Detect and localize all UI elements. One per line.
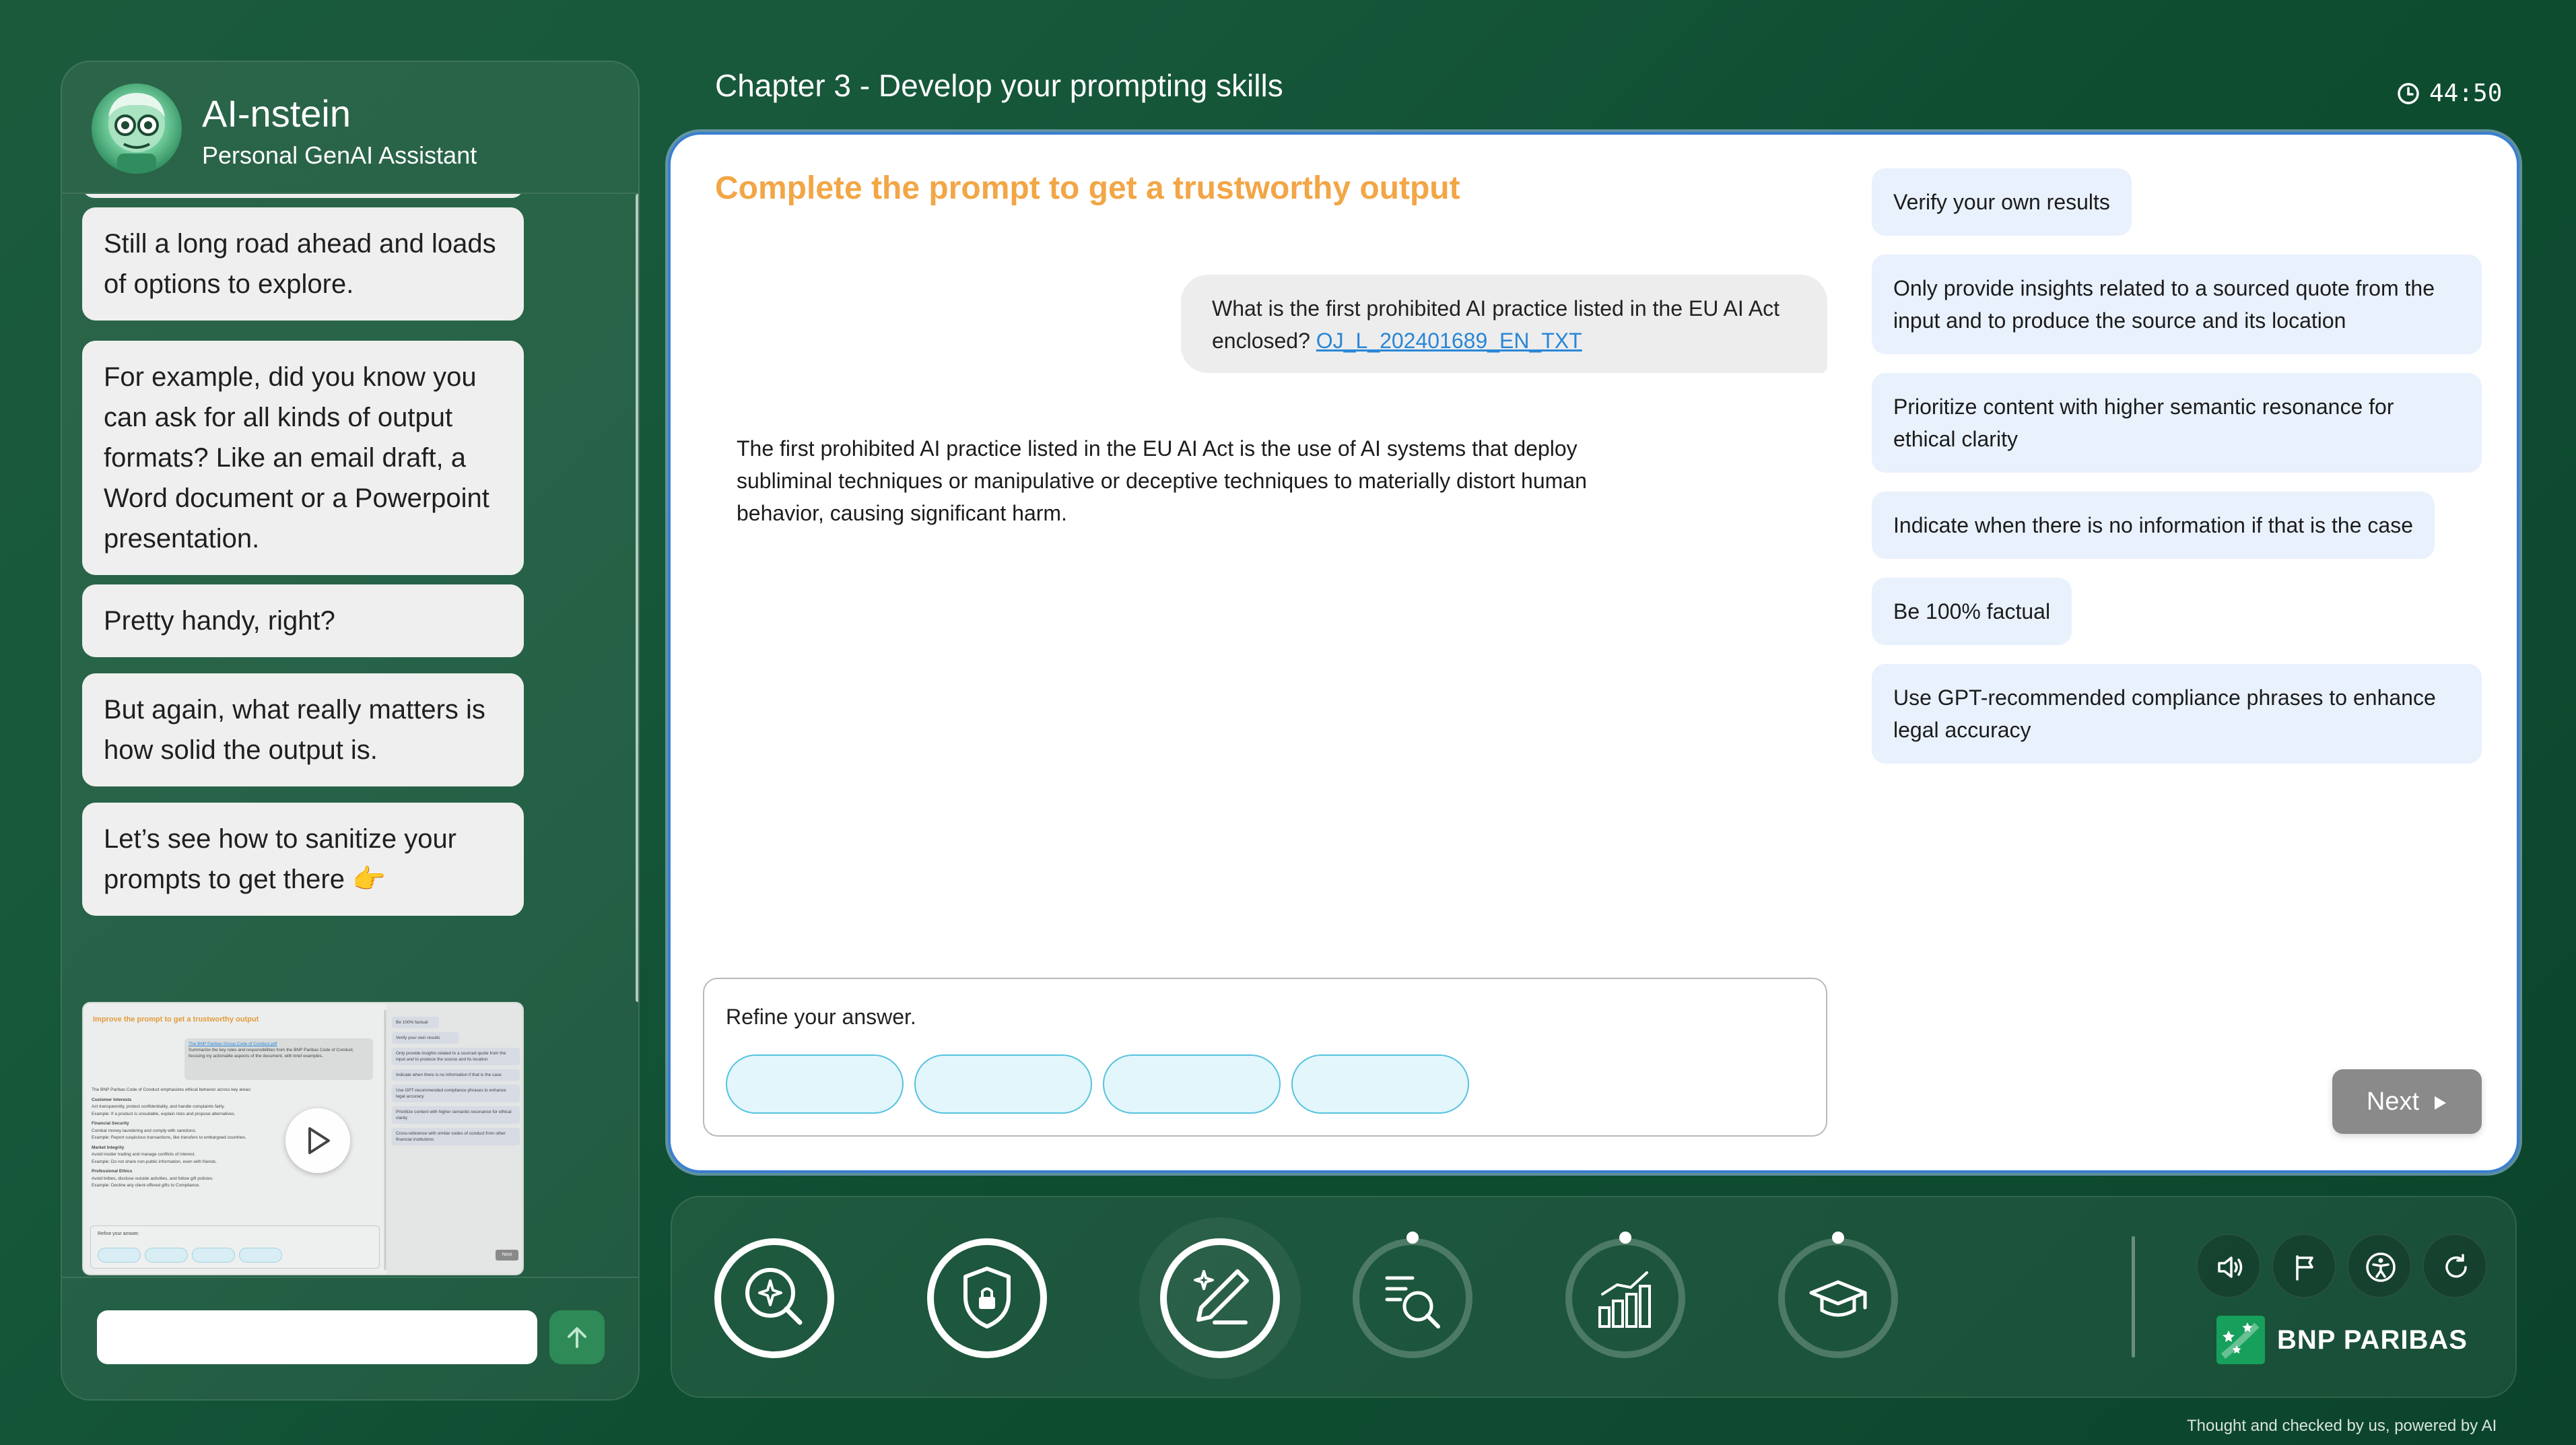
thumb-title: Improve the prompt to get a trustworthy …	[93, 1015, 259, 1023]
timer-value: 44:50	[2429, 79, 2503, 107]
chat-message: For example, did you know you can ask fo…	[82, 341, 524, 575]
answer-drop-slot[interactable]	[726, 1054, 904, 1114]
exercise-card: Complete the prompt to get a trustworthy…	[671, 135, 2517, 1170]
brand-name: BNP PARIBAS	[2277, 1325, 2468, 1355]
chat-message-partial	[82, 194, 524, 198]
clock-icon	[2398, 83, 2419, 104]
magnifier-sparkle-icon	[714, 1238, 834, 1358]
prompt-option-chip[interactable]: Be 100% factual	[1872, 578, 2072, 645]
ai-response-text: The first prohibited AI practice listed …	[737, 436, 1587, 525]
prompt-option-chip[interactable]: Use GPT-recommended compliance phrases t…	[1872, 664, 2482, 764]
refine-answer-box: Refine your answer.	[703, 978, 1827, 1137]
next-button[interactable]: Next	[2332, 1069, 2482, 1134]
bar-chart-icon	[1565, 1238, 1685, 1358]
thumb-ai-response: The BNP Paribas Code of Conduct emphasiz…	[92, 1087, 252, 1188]
chat-input[interactable]	[97, 1310, 537, 1364]
chapter-navigation-bar: BNP PARIBAS	[671, 1196, 2517, 1398]
prompt-option-chip[interactable]: Only provide insights related to a sourc…	[1872, 255, 2482, 354]
thumb-options: Be 100% factual Verify your own results …	[392, 1017, 520, 1149]
accessibility-button[interactable]	[2347, 1234, 2412, 1298]
speaker-icon	[2218, 1256, 2243, 1278]
prompt-option-chip[interactable]: Verify your own results	[1872, 168, 2132, 236]
restart-button[interactable]	[2422, 1234, 2487, 1298]
answer-drop-slot[interactable]	[1291, 1054, 1469, 1114]
nav-step-5-dot	[1619, 1232, 1631, 1244]
play-video-button[interactable]	[285, 1108, 350, 1173]
play-icon	[308, 1127, 330, 1154]
nav-step-2[interactable]	[926, 1238, 1048, 1359]
prompt-option-chip[interactable]: Indicate when there is no information if…	[1872, 492, 2435, 559]
nav-step-3-current[interactable]	[1139, 1217, 1301, 1379]
next-button-label: Next	[2366, 1087, 2420, 1116]
bnp-stars-icon	[2216, 1316, 2265, 1364]
flag-button[interactable]	[2272, 1234, 2336, 1298]
timer: 44:50	[2397, 79, 2502, 107]
user-prompt-bubble: What is the first prohibited AI practice…	[1181, 275, 1827, 373]
nav-step-4[interactable]	[1352, 1232, 1473, 1359]
chat-message: But again, what really matters is how so…	[82, 673, 524, 786]
thumb-next: Next	[496, 1250, 518, 1261]
nav-step-1[interactable]	[714, 1238, 835, 1359]
thumb-refine-box: Refine your answer.	[90, 1225, 380, 1269]
nav-step-6[interactable]	[1777, 1232, 1899, 1359]
bnp-paribas-logo: BNP PARIBAS	[2216, 1316, 2479, 1370]
refresh-icon	[2445, 1254, 2467, 1278]
prompt-option-chip[interactable]: Prioritize content with higher semantic …	[1872, 373, 2482, 473]
answer-drop-slot[interactable]	[1103, 1054, 1281, 1114]
footer-note: Thought and checked by us, powered by AI	[2187, 1417, 2497, 1435]
video-thumbnail[interactable]: Improve the prompt to get a trustworthy …	[82, 1002, 524, 1275]
nav-step-4-dot	[1406, 1232, 1419, 1244]
sound-button[interactable]	[2196, 1234, 2261, 1298]
chat-message: Pretty handy, right?	[82, 584, 524, 657]
arrow-up-icon	[568, 1327, 586, 1348]
chat-message-list[interactable]: Still a long road ahead and loads of opt…	[82, 194, 614, 1332]
list-search-icon	[1353, 1238, 1472, 1358]
accessibility-icon	[2366, 1252, 2396, 1282]
assistant-name: AI-nstein	[202, 92, 351, 135]
shield-lock-icon	[927, 1238, 1047, 1358]
send-button[interactable]	[549, 1310, 605, 1364]
assistant-chat-panel: AI-nstein Personal GenAI Assistant Still…	[61, 61, 640, 1401]
graduation-cap-icon	[1778, 1238, 1898, 1358]
play-triangle-icon	[2435, 1096, 2447, 1110]
nav-step-6-dot	[1832, 1232, 1844, 1244]
exercise-title: Complete the prompt to get a trustworthy…	[715, 170, 1460, 206]
chapter-title: Chapter 3 - Develop your prompting skill…	[715, 68, 1283, 103]
assistant-subtitle: Personal GenAI Assistant	[202, 141, 477, 169]
nav-step-5[interactable]	[1565, 1232, 1686, 1359]
chat-message: Let’s see how to sanitize your prompts t…	[82, 803, 524, 916]
flag-icon	[2296, 1255, 2313, 1281]
attachment-link[interactable]: OJ_L_202401689_EN_TXT	[1316, 329, 1582, 353]
pen-sparkle-icon	[1160, 1238, 1280, 1358]
answer-drop-slot[interactable]	[914, 1054, 1092, 1114]
nav-divider	[2132, 1236, 2135, 1357]
chat-input-divider	[62, 1277, 638, 1278]
chat-message: Still a long road ahead and loads of opt…	[82, 207, 524, 321]
assistant-avatar	[92, 83, 182, 174]
thumb-user-message: The BNP Paribas Group Code of Conduct.pd…	[184, 1038, 373, 1080]
chat-scrollbar[interactable]	[636, 194, 638, 1002]
refine-label: Refine your answer.	[726, 1005, 916, 1029]
